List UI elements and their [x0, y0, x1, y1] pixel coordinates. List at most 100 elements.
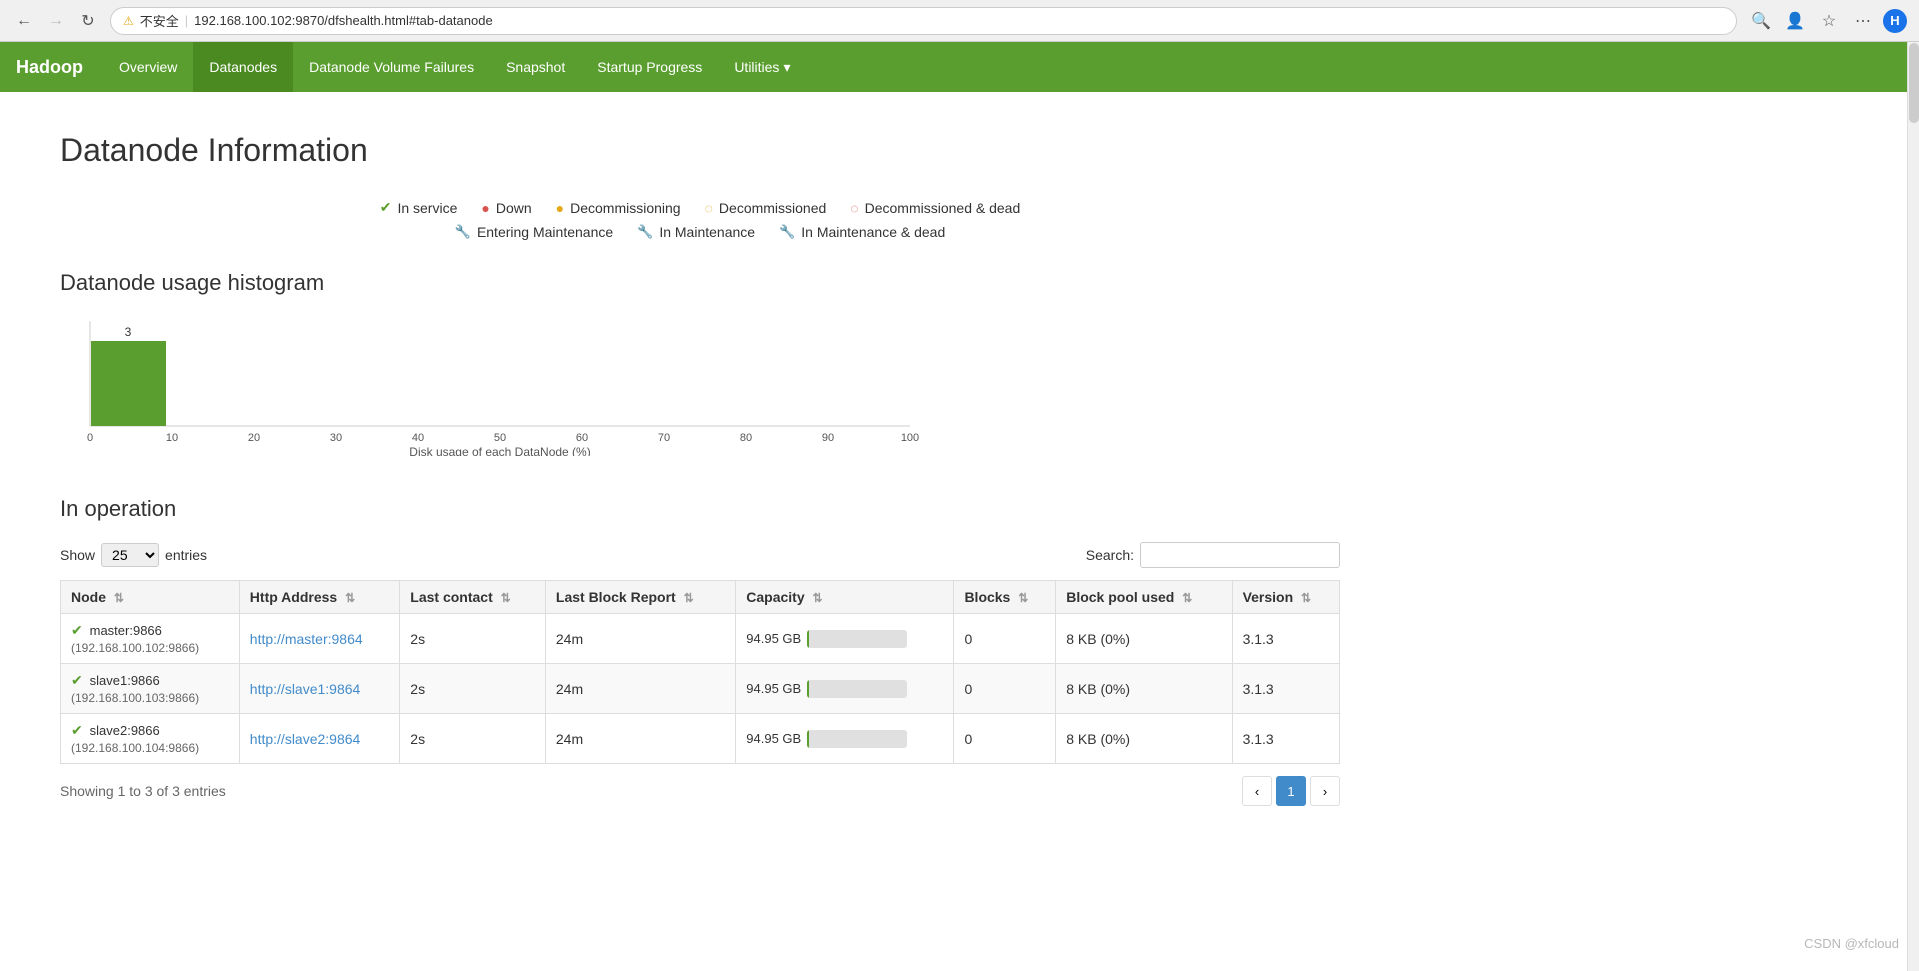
- capacity-text-1: 94.95 GB: [746, 681, 801, 696]
- browser-star-button[interactable]: ☆: [1815, 7, 1843, 35]
- scrollbar-thumb[interactable]: [1909, 43, 1919, 123]
- decommissioned-icon: ◌: [705, 200, 713, 216]
- cell-version-0: 3.1.3: [1232, 614, 1339, 664]
- decommissioned-dead-label: Decommissioned & dead: [865, 200, 1021, 216]
- browser-user-avatar: H: [1883, 9, 1907, 33]
- page-1-button[interactable]: 1: [1276, 776, 1306, 806]
- browser-profile-button[interactable]: 👤: [1781, 7, 1809, 35]
- datanode-table: Node ⇅ Http Address ⇅ Last contact ⇅ Las…: [60, 580, 1340, 764]
- next-page-button[interactable]: ›: [1310, 776, 1340, 806]
- in-maintenance-dead-label: In Maintenance & dead: [801, 224, 945, 240]
- page-title: Datanode Information: [60, 132, 1340, 169]
- legend-down: ● Down: [481, 200, 531, 216]
- search-area: Search:: [1086, 542, 1340, 568]
- nav-item-datanodes[interactable]: Datanodes: [193, 42, 293, 92]
- sort-icon-version[interactable]: ⇅: [1301, 591, 1311, 605]
- address-url: 192.168.100.102:9870/dfshealth.html#tab-…: [194, 13, 493, 28]
- address-bar[interactable]: ⚠ 不安全 | 192.168.100.102:9870/dfshealth.h…: [110, 7, 1737, 35]
- cell-last-block-report-0: 24m: [545, 614, 735, 664]
- hadoop-brand-logo: Hadoop: [16, 57, 83, 78]
- table-header-row: Node ⇅ Http Address ⇅ Last contact ⇅ Las…: [61, 581, 1340, 614]
- svg-text:40: 40: [412, 432, 424, 444]
- http-address-link-0[interactable]: http://master:9864: [250, 631, 363, 647]
- svg-text:30: 30: [330, 432, 342, 444]
- table-row: ✔ master:9866 (192.168.100.102:9866) htt…: [61, 614, 1340, 664]
- legend-decommissioned-dead: ◌ Decommissioned & dead: [850, 200, 1020, 216]
- in-service-icon: ✔: [380, 199, 392, 216]
- sort-icon-node[interactable]: ⇅: [114, 591, 124, 605]
- sort-icon-blocks[interactable]: ⇅: [1018, 591, 1028, 605]
- legend-in-service: ✔ In service: [380, 199, 458, 216]
- capacity-bar-inner-1: [807, 680, 809, 698]
- sort-icon-http[interactable]: ⇅: [345, 591, 355, 605]
- col-header-blocks: Blocks ⇅: [954, 581, 1056, 614]
- in-maintenance-icon: 🔧: [637, 224, 653, 240]
- http-address-link-1[interactable]: http://slave1:9864: [250, 681, 361, 697]
- node-ip-1: (192.168.100.103:9866): [71, 691, 199, 705]
- col-header-capacity: Capacity ⇅: [736, 581, 954, 614]
- address-warning-text: 不安全: [140, 11, 179, 30]
- cell-last-block-report-2: 24m: [545, 714, 735, 764]
- table-row: ✔ slave1:9866 (192.168.100.103:9866) htt…: [61, 664, 1340, 714]
- cell-version-2: 3.1.3: [1232, 714, 1339, 764]
- cell-last-contact-1: 2s: [400, 664, 546, 714]
- main-content: Datanode Information ✔ In service ● Down…: [0, 92, 1400, 846]
- cell-block-pool-used-1: 8 KB (0%): [1056, 664, 1232, 714]
- node-ip-2: (192.168.100.104:9866): [71, 741, 199, 755]
- capacity-text-0: 94.95 GB: [746, 631, 801, 646]
- pagination-buttons: ‹ 1 ›: [1242, 776, 1340, 806]
- col-header-node: Node ⇅: [61, 581, 240, 614]
- histogram-x-label: Disk usage of each DataNode (%): [409, 445, 590, 456]
- table-controls: Show 10 25 50 100 entries Search:: [60, 542, 1340, 568]
- svg-text:90: 90: [822, 432, 834, 444]
- forward-button[interactable]: →: [44, 9, 68, 33]
- nav-item-utilities[interactable]: Utilities ▾: [718, 42, 806, 92]
- svg-text:100: 100: [901, 432, 919, 444]
- browser-search-button[interactable]: 🔍: [1747, 7, 1775, 35]
- node-name-0: master:9866: [90, 623, 162, 638]
- entering-maintenance-icon: 🔧: [455, 224, 471, 240]
- search-input[interactable]: [1140, 542, 1340, 568]
- nav-item-overview[interactable]: Overview: [103, 42, 193, 92]
- cell-blocks-2: 0: [954, 714, 1056, 764]
- cell-last-block-report-1: 24m: [545, 664, 735, 714]
- down-label: Down: [496, 200, 532, 216]
- cell-blocks-1: 0: [954, 664, 1056, 714]
- cell-blocks-0: 0: [954, 614, 1056, 664]
- col-header-http-address: Http Address ⇅: [239, 581, 400, 614]
- legend-entering-maintenance: 🔧 Entering Maintenance: [455, 224, 613, 240]
- browser-action-buttons: 🔍 👤 ☆ ⋯ H: [1747, 7, 1907, 35]
- sort-icon-last-block[interactable]: ⇅: [684, 591, 694, 605]
- histogram-section: Datanode usage histogram 3 0 10 20 30 40…: [60, 270, 1340, 456]
- cell-capacity-2: 94.95 GB: [736, 714, 954, 764]
- decommissioning-label: Decommissioning: [570, 200, 680, 216]
- sort-icon-last-contact[interactable]: ⇅: [501, 591, 511, 605]
- browser-settings-button[interactable]: ⋯: [1849, 7, 1877, 35]
- nav-item-snapshot[interactable]: Snapshot: [490, 42, 581, 92]
- back-button[interactable]: ←: [12, 9, 36, 33]
- legend-row-1: ✔ In service ● Down ● Decommissioning ◌ …: [380, 199, 1021, 216]
- show-entries-select[interactable]: 10 25 50 100: [101, 543, 159, 567]
- sort-icon-block-pool[interactable]: ⇅: [1182, 591, 1192, 605]
- cell-http-2: http://slave2:9864: [239, 714, 400, 764]
- sort-icon-capacity[interactable]: ⇅: [813, 591, 823, 605]
- decommissioned-label: Decommissioned: [719, 200, 826, 216]
- http-address-link-2[interactable]: http://slave2:9864: [250, 731, 361, 747]
- hadoop-navigation: Hadoop Overview Datanodes Datanode Volum…: [0, 42, 1919, 92]
- browser-chrome: ← → ↻ ⚠ 不安全 | 192.168.100.102:9870/dfshe…: [0, 0, 1919, 42]
- refresh-button[interactable]: ↻: [76, 9, 100, 33]
- capacity-text-2: 94.95 GB: [746, 731, 801, 746]
- show-label: Show: [60, 547, 95, 563]
- legend-container: ✔ In service ● Down ● Decommissioning ◌ …: [60, 199, 1340, 240]
- cell-node-1: ✔ slave1:9866 (192.168.100.103:9866): [61, 664, 240, 714]
- in-maintenance-label: In Maintenance: [659, 224, 755, 240]
- histogram-title: Datanode usage histogram: [60, 270, 1340, 296]
- cell-block-pool-used-0: 8 KB (0%): [1056, 614, 1232, 664]
- legend-decommissioned: ◌ Decommissioned: [705, 200, 827, 216]
- nav-item-startup-progress[interactable]: Startup Progress: [581, 42, 718, 92]
- col-header-block-pool-used: Block pool used ⇅: [1056, 581, 1232, 614]
- prev-page-button[interactable]: ‹: [1242, 776, 1272, 806]
- legend-decommissioning: ● Decommissioning: [556, 200, 681, 216]
- nav-item-datanode-volume-failures[interactable]: Datanode Volume Failures: [293, 42, 490, 92]
- down-icon: ●: [481, 200, 489, 216]
